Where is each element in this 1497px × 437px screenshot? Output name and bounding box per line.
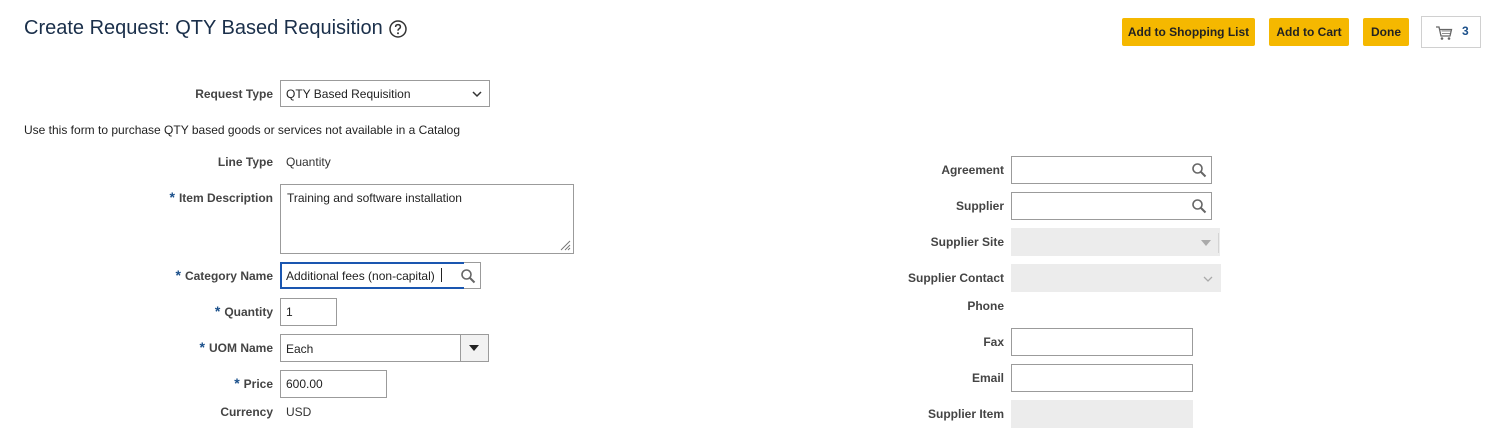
supplier-input[interactable]: [1011, 192, 1212, 220]
required-marker: *: [175, 267, 181, 283]
line-type-value: Quantity: [286, 155, 331, 169]
search-icon[interactable]: [1191, 198, 1207, 214]
agreement-label: Agreement: [941, 163, 1004, 177]
form-intro-text: Use this form to purchase QTY based good…: [24, 123, 461, 137]
price-input-value[interactable]: [281, 371, 386, 397]
chevron-down-icon: [472, 90, 482, 97]
category-name-value: Additional fees (non-capital): [286, 269, 435, 283]
supplier-site-label: Supplier Site: [930, 235, 1004, 249]
quantity-label-text: Quantity: [224, 305, 273, 319]
uom-name-select[interactable]: Each: [280, 334, 489, 362]
supplier-label: Supplier: [955, 199, 1004, 213]
category-name-label-text: Category Name: [184, 269, 273, 283]
triangle-down-icon: [469, 345, 479, 351]
quantity-input-value[interactable]: [281, 299, 336, 325]
uom-name-label: * UOM Name: [200, 339, 273, 355]
line-type-label: Line Type: [217, 155, 273, 169]
item-description-label: * Item Description: [170, 189, 273, 205]
required-marker: *: [234, 375, 240, 391]
supplier-site-select[interactable]: [1011, 228, 1220, 256]
email-input-value[interactable]: [1012, 365, 1192, 391]
request-type-label: Request Type: [195, 87, 273, 101]
quantity-label: * Quantity: [215, 303, 273, 319]
search-icon[interactable]: [1191, 162, 1207, 178]
quantity-input[interactable]: [280, 298, 337, 326]
select-divider: [1218, 233, 1219, 253]
done-button[interactable]: Done: [1363, 18, 1409, 46]
resize-grip-icon[interactable]: [560, 240, 571, 251]
required-marker: *: [169, 189, 175, 205]
currency-label: Currency: [220, 405, 273, 419]
supplier-item-label: Supplier Item: [927, 407, 1004, 421]
add-to-cart-button[interactable]: Add to Cart: [1269, 18, 1349, 46]
item-description-label-text: Item Description: [178, 191, 273, 205]
fax-input[interactable]: [1011, 328, 1193, 356]
page-title: Create Request: QTY Based Requisition: [24, 17, 383, 39]
email-label: Email: [971, 371, 1004, 385]
item-description-value: Training and software installation: [287, 191, 462, 205]
request-type-select[interactable]: QTY Based Requisition: [280, 80, 490, 107]
fax-label: Fax: [983, 335, 1004, 349]
supplier-item-input[interactable]: [1011, 400, 1193, 428]
required-marker: *: [214, 303, 221, 319]
search-icon[interactable]: [460, 268, 476, 284]
chevron-down-icon: [1203, 276, 1213, 282]
phone-label: Phone: [967, 299, 1004, 313]
category-name-label: * Category Name: [176, 267, 273, 283]
email-input[interactable]: [1011, 364, 1193, 392]
agreement-input-value[interactable]: [1012, 157, 1211, 183]
agreement-input[interactable]: [1011, 156, 1212, 184]
price-label-text: Price: [243, 377, 273, 391]
uom-name-label-text: UOM Name: [208, 341, 273, 355]
uom-name-value: Each: [286, 342, 314, 356]
currency-value: USD: [286, 405, 312, 419]
item-description-textarea[interactable]: Training and software installation: [280, 184, 574, 254]
supplier-contact-select[interactable]: [1011, 264, 1221, 292]
text-caret: [441, 268, 442, 282]
fax-input-value[interactable]: [1012, 329, 1192, 355]
add-to-shopping-list-button[interactable]: Add to Shopping List: [1122, 18, 1255, 46]
supplier-input-value[interactable]: [1012, 193, 1211, 219]
price-label: * Price: [234, 375, 273, 391]
request-type-value: QTY Based Requisition: [286, 87, 411, 101]
help-icon[interactable]: [389, 20, 407, 38]
triangle-down-icon: [1201, 240, 1211, 246]
price-input[interactable]: [280, 370, 387, 398]
uom-dropdown-button[interactable]: [460, 335, 488, 361]
cart-count-badge: 3: [1462, 24, 1469, 38]
category-name-input[interactable]: Additional fees (non-capital): [280, 262, 481, 289]
required-marker: *: [199, 339, 205, 355]
supplier-contact-label: Supplier Contact: [907, 271, 1004, 285]
cart-icon: [1436, 26, 1453, 40]
shopping-cart-button[interactable]: 3: [1421, 16, 1481, 48]
